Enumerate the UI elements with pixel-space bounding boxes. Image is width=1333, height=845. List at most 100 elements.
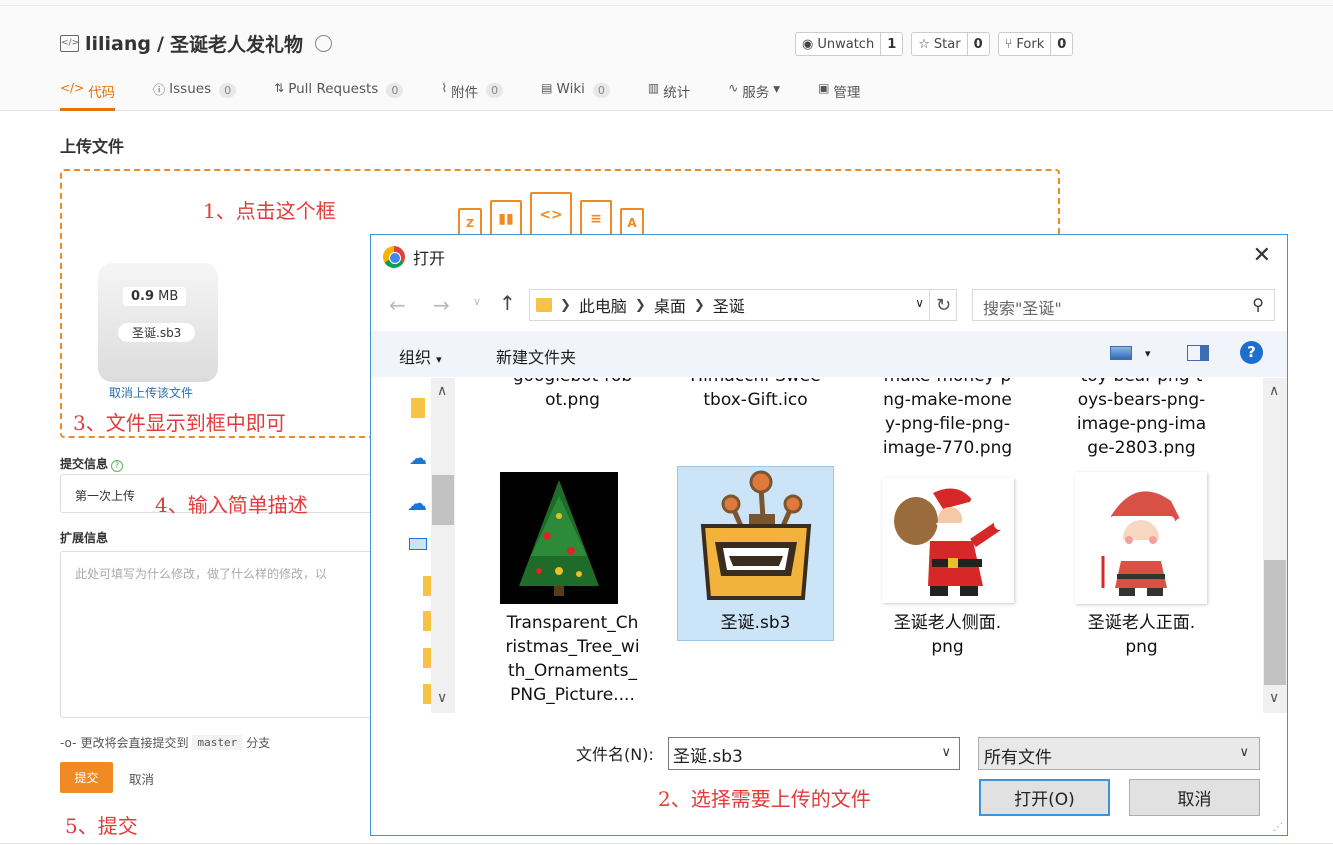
- refresh-icon[interactable]: ↻: [929, 289, 957, 321]
- filetype-select[interactable]: 所有文件 ∨: [978, 737, 1260, 770]
- view-options-icon[interactable]: [1110, 346, 1132, 360]
- folder-icon[interactable]: [423, 576, 431, 596]
- star-icon: ☆: [918, 36, 930, 52]
- organize-menu[interactable]: 组织 ▾: [399, 344, 442, 368]
- quick-access-folder-icon[interactable]: [411, 398, 425, 418]
- verified-badge-icon: [314, 35, 332, 52]
- file-size: 0.9 MB: [123, 287, 187, 306]
- annotation-step1: 1、点击这个框: [203, 199, 336, 223]
- file-list-scrollbar-thumb[interactable]: [1264, 560, 1286, 685]
- breadcrumb-this-pc[interactable]: 此电脑: [579, 293, 627, 317]
- tab-attachments[interactable]: ⌇ 附件 0: [441, 78, 504, 111]
- file-item[interactable]: make-money-p ng-make-mone y-png-file-png…: [869, 378, 1026, 460]
- annotation-step2: 2、选择需要上传的文件: [658, 787, 871, 811]
- filename-input[interactable]: 圣诞.sb3 ∨: [668, 737, 960, 770]
- unwatch-button[interactable]: ◉ Unwatch 1: [795, 32, 904, 56]
- tree-thumbnail: [500, 472, 618, 604]
- page-title: 上传文件: [60, 137, 125, 156]
- submit-button[interactable]: 提交: [60, 762, 113, 793]
- view-dropdown-icon[interactable]: ▾: [1145, 347, 1151, 360]
- watch-count: 1: [880, 33, 902, 55]
- scroll-up-icon[interactable]: ∧: [1269, 383, 1279, 399]
- tab-services[interactable]: ∿ 服务 ▾: [728, 78, 780, 111]
- commit-message-label: 提交信息?: [60, 455, 124, 472]
- uploaded-file-card: 0.9 MB 圣诞.sb3: [98, 263, 218, 382]
- branch-name: master: [192, 735, 243, 750]
- paperclip-icon: ⌇: [441, 81, 448, 95]
- folder-icon[interactable]: [423, 611, 431, 631]
- repo-owner-link[interactable]: liliang: [85, 33, 151, 55]
- scroll-down-icon[interactable]: ∨: [1269, 690, 1279, 706]
- search-input[interactable]: 搜索"圣诞" ⚲: [972, 289, 1275, 321]
- clipboard-icon: ▣: [818, 81, 830, 95]
- tab-wiki[interactable]: ▤ Wiki 0: [541, 78, 610, 111]
- repo-title: </> liliang / 圣诞老人发礼物: [60, 30, 332, 57]
- breadcrumb-desktop[interactable]: 桌面: [654, 293, 686, 317]
- repo-name-link[interactable]: 圣诞老人发礼物: [170, 30, 303, 57]
- recent-dropdown-icon[interactable]: ∨: [473, 295, 481, 308]
- book-icon: ▤: [541, 81, 553, 95]
- file-name: 圣诞.sb3: [118, 323, 196, 342]
- file-item-selected[interactable]: 圣诞.sb3: [677, 611, 834, 635]
- close-icon[interactable]: ✕: [1253, 243, 1271, 268]
- address-bar[interactable]: ❯ 此电脑 ❯ 桌面 ❯ 圣诞 ∨: [529, 289, 957, 321]
- tab-pull-requests[interactable]: ⇅ Pull Requests 0: [274, 78, 404, 111]
- file-list: googlebot-rob ot.png Himacchi-Swee tbox-…: [458, 378, 1263, 713]
- scroll-down-icon[interactable]: ∨: [437, 690, 447, 706]
- file-item[interactable]: Himacchi-Swee tbox-Gift.ico: [677, 378, 834, 412]
- repo-code-icon: </>: [60, 35, 79, 52]
- caret-down-icon: ▾: [436, 353, 442, 366]
- folder-icon[interactable]: [423, 684, 431, 704]
- chevron-down-icon: ▾: [773, 81, 781, 97]
- cloud-outline-icon[interactable]: ☁: [407, 491, 427, 515]
- preview-pane-icon[interactable]: [1187, 345, 1209, 361]
- resize-grip-icon[interactable]: ⋰: [1273, 822, 1283, 833]
- help-icon[interactable]: ?: [1240, 341, 1263, 364]
- fork-button[interactable]: ⑂ Fork 0: [997, 32, 1074, 56]
- chevron-down-icon[interactable]: ∨: [915, 296, 924, 310]
- this-pc-icon[interactable]: [409, 538, 427, 550]
- tab-stats[interactable]: ▥ 统计: [648, 78, 690, 111]
- breadcrumb-christmas[interactable]: 圣诞: [713, 293, 745, 317]
- scroll-up-icon[interactable]: ∧: [437, 383, 447, 399]
- chart-file-icon: ▮▮: [490, 200, 522, 238]
- folder-icon[interactable]: [423, 648, 431, 668]
- tab-issues[interactable]: ⓘ Issues 0: [153, 78, 237, 111]
- nav-scrollbar[interactable]: [431, 378, 455, 713]
- chevron-right-icon: ❯: [560, 297, 571, 313]
- up-arrow-icon[interactable]: ↑: [499, 291, 516, 315]
- file-item[interactable]: toy-bear-png-t oys-bears-png- image-png-…: [1063, 378, 1220, 460]
- text-file-icon: ≡: [580, 200, 612, 238]
- back-arrow-icon[interactable]: ←: [389, 293, 406, 317]
- forward-arrow-icon[interactable]: →: [433, 293, 450, 317]
- tab-manage[interactable]: ▣ 管理: [818, 78, 860, 111]
- open-button[interactable]: 打开(O): [979, 779, 1110, 816]
- nav-scrollbar-thumb[interactable]: [432, 475, 454, 525]
- fork-count: 0: [1050, 33, 1072, 55]
- santa-front-thumbnail: [1075, 472, 1207, 604]
- extended-info-textarea[interactable]: 此处可填写为什么修改，做了什么样的修改，以: [60, 551, 380, 718]
- cancel-upload-link[interactable]: 取消上传该文件: [109, 384, 193, 401]
- chevron-down-icon[interactable]: ∨: [941, 745, 951, 760]
- star-button[interactable]: ☆ Star 0: [911, 32, 990, 56]
- repo-tabs: </> 代码 ⓘ Issues 0 ⇅ Pull Requests 0 ⌇ 附件 0 ▤ Wik…: [60, 78, 898, 111]
- help-icon[interactable]: ?: [111, 460, 124, 472]
- extended-info-label: 扩展信息: [60, 531, 109, 545]
- chevron-down-icon: ∨: [1239, 745, 1249, 760]
- new-folder-button[interactable]: 新建文件夹: [496, 344, 576, 368]
- cancel-button[interactable]: 取消: [129, 769, 154, 788]
- pulse-icon: ∿: [728, 81, 739, 95]
- file-item[interactable]: 圣诞老人正面. png: [1063, 611, 1220, 659]
- file-item[interactable]: 圣诞老人侧面. png: [869, 611, 1026, 659]
- chrome-icon: [383, 246, 405, 268]
- tab-code[interactable]: </> 代码: [60, 78, 116, 111]
- file-item[interactable]: googlebot-rob ot.png: [494, 378, 651, 412]
- file-item[interactable]: Transparent_Ch ristmas_Tree_wi th_Orname…: [494, 611, 651, 707]
- code-icon: </>: [60, 81, 85, 95]
- commit-icon: -o-: [60, 735, 77, 750]
- code-file-icon: <>: [530, 192, 572, 238]
- pull-request-icon: ⇅: [274, 81, 285, 95]
- dialog-cancel-button[interactable]: 取消: [1129, 779, 1260, 816]
- search-icon: ⚲: [1252, 295, 1264, 314]
- onedrive-icon[interactable]: ☁: [409, 448, 427, 469]
